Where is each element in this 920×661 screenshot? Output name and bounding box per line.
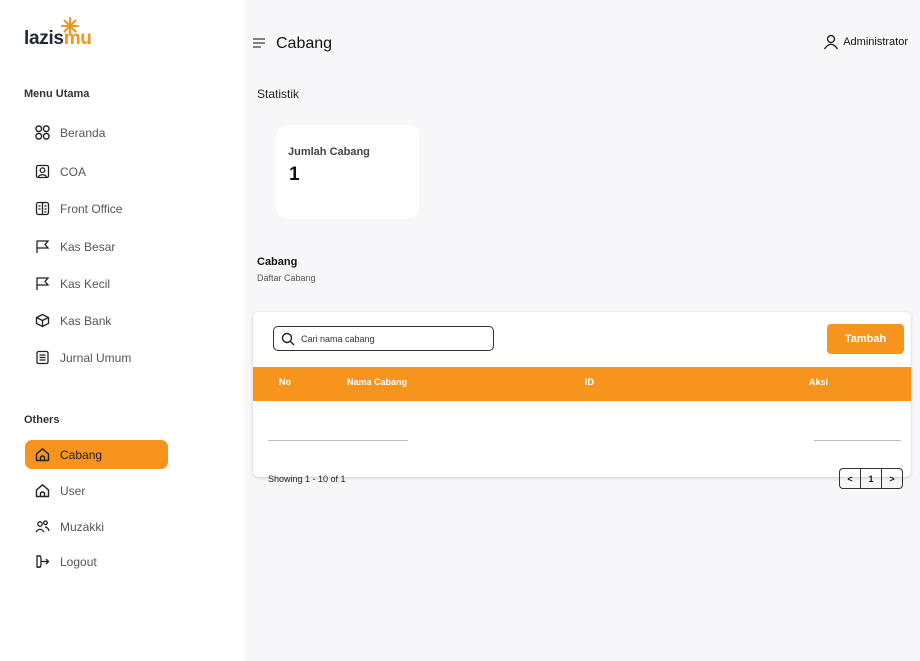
column-header-id[interactable]: ID [585, 377, 594, 387]
page-number-button[interactable]: 1 [860, 469, 882, 488]
user-icon [824, 34, 839, 50]
logo-text: lazismu [24, 28, 92, 50]
sidebar-item-front-office[interactable]: Front Office [25, 194, 168, 223]
empty-row-divider [814, 440, 901, 441]
sun-icon [61, 17, 79, 35]
sidebar: lazismu Menu Utama Beranda COA Front Off… [0, 0, 244, 661]
flag-icon [35, 239, 50, 254]
logo-text-a: lazis [24, 28, 64, 49]
user-menu[interactable]: Administrator [823, 34, 908, 50]
table-header: No Nama Cabang ID Aksi [253, 367, 911, 401]
search-input[interactable] [301, 333, 481, 344]
sidebar-item-muzakki[interactable]: Muzakki [25, 512, 168, 541]
sidebar-item-label: Logout [60, 554, 97, 569]
sidebar-item-logout[interactable]: Logout [25, 547, 168, 576]
prev-page-button[interactable]: < [840, 474, 860, 484]
building-icon [35, 201, 50, 216]
column-header-aksi[interactable]: Aksi [809, 377, 828, 387]
grid-icon [35, 125, 50, 140]
sidebar-item-label: Muzakki [60, 519, 105, 534]
main-content: Cabang Administrator Statistik Jumlah Ca… [244, 0, 920, 661]
sidebar-item-kas-bank[interactable]: Kas Bank [25, 306, 168, 335]
search-icon [281, 332, 295, 345]
sidebar-item-label: Kas Bank [60, 313, 112, 328]
sidebar-item-kas-besar[interactable]: Kas Besar [25, 232, 168, 261]
flag-icon [35, 276, 50, 291]
add-button[interactable]: Tambah [827, 324, 904, 354]
search-box[interactable] [273, 326, 494, 351]
sidebar-item-label: Kas Kecil [60, 276, 111, 291]
pagination: < 1 > [839, 468, 903, 489]
sidebar-item-jurnal-umum[interactable]: Jurnal Umum [25, 343, 168, 372]
empty-row-divider [268, 440, 408, 441]
user-name: Administrator [843, 36, 908, 48]
section-title: Cabang [257, 256, 298, 268]
pagination-info: Showing 1 - 10 of 1 [268, 474, 346, 484]
sidebar-item-beranda[interactable]: Beranda [25, 118, 168, 147]
menu-icon[interactable] [252, 37, 266, 49]
sidebar-item-label: Kas Besar [60, 239, 116, 254]
statistik-label: Statistik [257, 87, 300, 101]
home-icon [35, 483, 50, 498]
document-icon [35, 350, 50, 365]
sidebar-item-label: COA [60, 164, 87, 179]
menu-utama-title: Menu Utama [24, 88, 90, 100]
lazismu-logo[interactable]: lazismu [24, 17, 104, 50]
others-title: Others [24, 414, 60, 426]
page-title: Cabang [276, 35, 333, 52]
column-header-no[interactable]: No [279, 377, 291, 387]
stat-card-jumlah-cabang: Jumlah Cabang 1 [276, 125, 419, 219]
stat-card-value: 1 [289, 164, 300, 185]
sidebar-item-user-spacer [25, 448, 168, 477]
sidebar-item-label: User [60, 483, 86, 498]
sidebar-item-user[interactable]: User [25, 476, 168, 505]
sidebar-item-kas-kecil[interactable]: Kas Kecil [25, 269, 168, 298]
next-page-button[interactable]: > [882, 474, 902, 484]
logout-icon [35, 554, 50, 569]
sidebar-item-label: Jurnal Umum [60, 350, 132, 365]
column-header-nama-cabang[interactable]: Nama Cabang [347, 377, 407, 387]
users-icon [35, 519, 50, 534]
sidebar-item-label: Front Office [60, 201, 123, 216]
stat-card-title: Jumlah Cabang [288, 146, 370, 158]
sidebar-item-coa[interactable]: COA [25, 157, 168, 186]
cube-icon [35, 313, 50, 328]
sidebar-item-label: Beranda [60, 125, 106, 140]
section-subtitle: Daftar Cabang [257, 273, 316, 283]
portrait-icon [35, 164, 50, 179]
cabang-table-panel: Tambah No Nama Cabang ID Aksi Showing 1 … [253, 312, 911, 489]
